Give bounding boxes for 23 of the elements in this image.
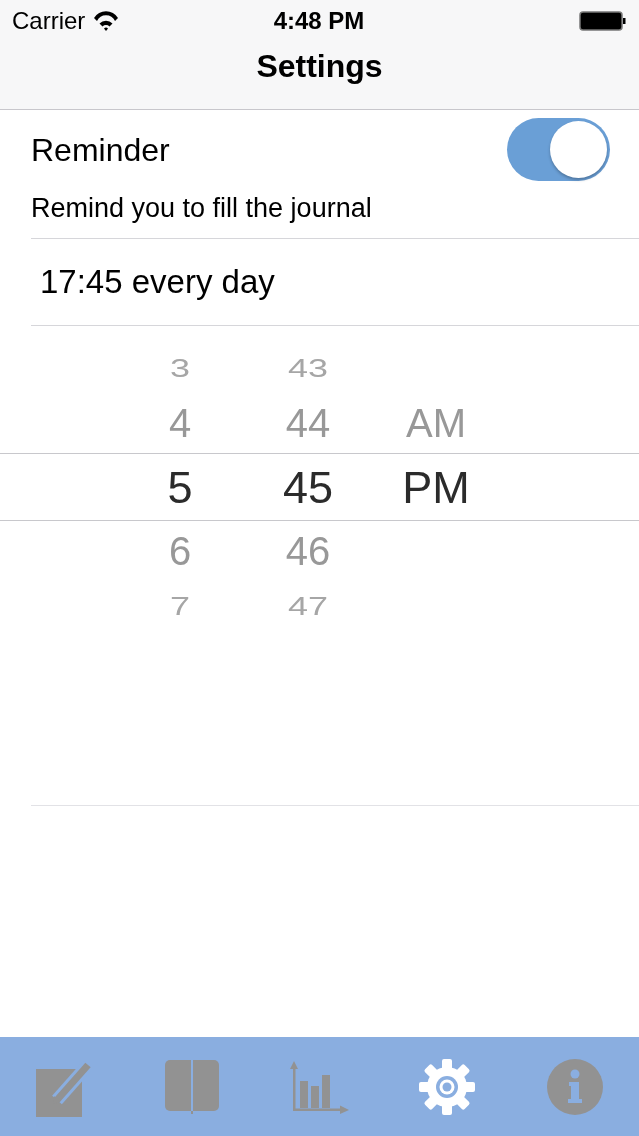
status-time: 4:48 PM [273,7,365,35]
carrier-label: Carrier [12,7,86,35]
battery-icon [579,11,626,31]
picker-option[interactable]: 6 [168,531,192,571]
picker-option[interactable]: 5 [167,464,193,510]
picker-option[interactable]: PM [402,464,470,510]
reminder-description: Remind you to fill the journal [31,193,372,223]
picker-option[interactable]: 7 [170,593,190,619]
picker-option[interactable]: 46 [285,531,331,571]
picker-option[interactable]: AM [406,403,466,443]
picker-option[interactable]: 47 [287,593,328,619]
info-icon[interactable] [547,1058,604,1115]
picker-option[interactable]: 4 [168,403,192,443]
wifi-icon [93,11,120,31]
screen-title: Settings [256,47,383,86]
picker-option[interactable]: 3 [170,355,190,381]
picker-option[interactable]: 44 [285,403,331,443]
reminder-label: Reminder [31,130,170,170]
settings-icon[interactable] [419,1058,476,1115]
reminder-time-label[interactable]: 17:45 every day [40,262,275,302]
book-icon[interactable] [164,1059,219,1114]
picker-option[interactable]: 45 [282,464,334,510]
picker-option[interactable]: 43 [287,355,328,381]
